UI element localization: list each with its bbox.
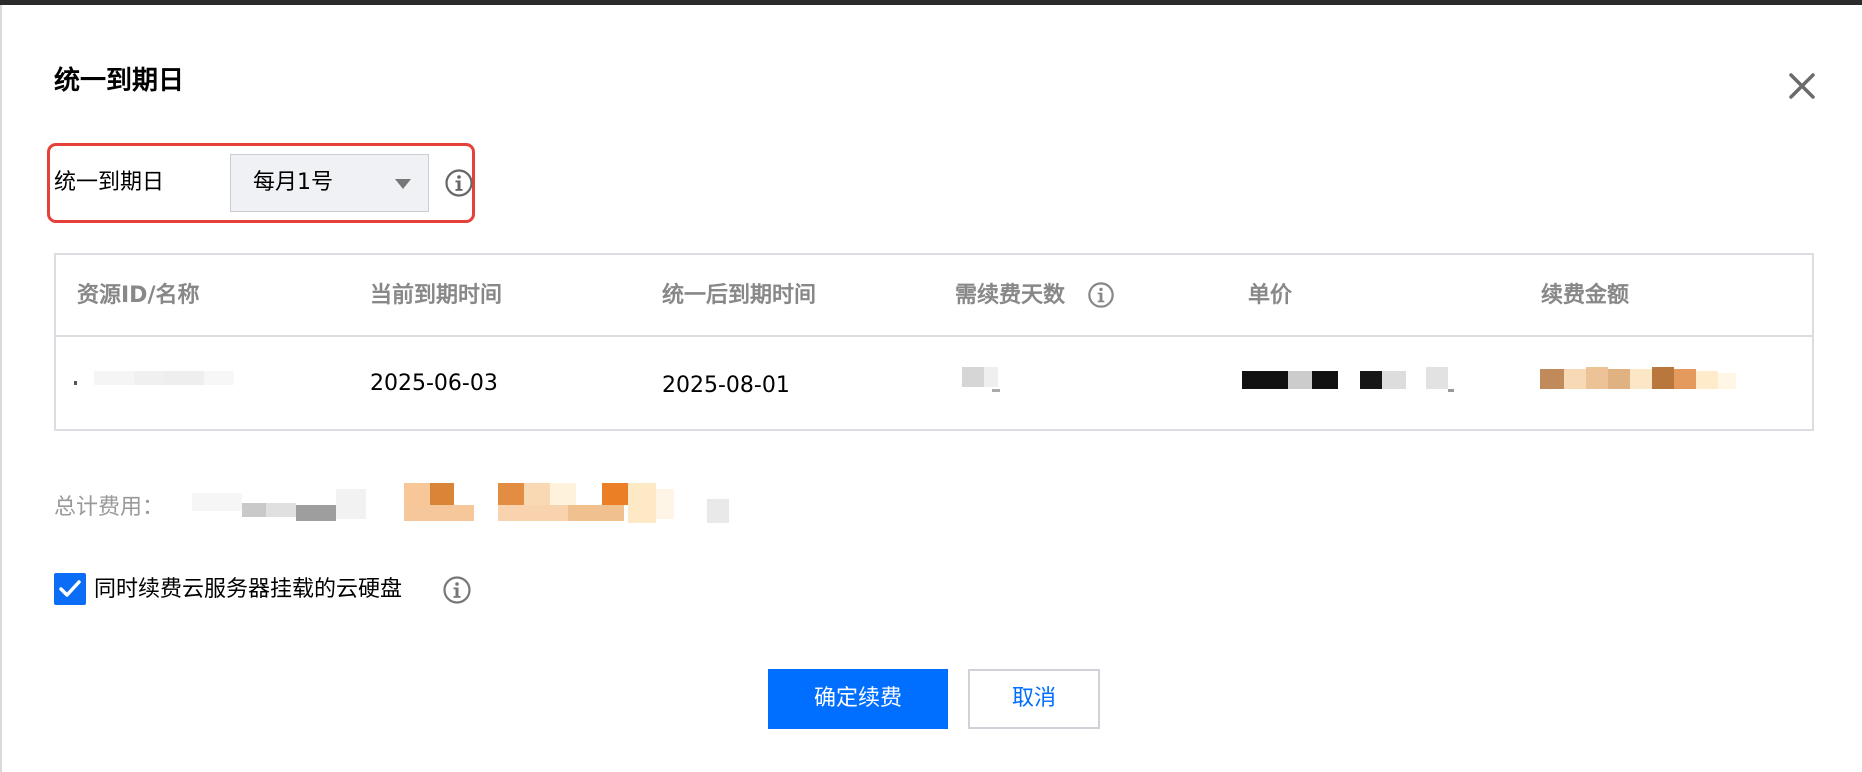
column-header-resource: 资源ID/名称 <box>77 283 200 308</box>
redacted-renewal-amount <box>1540 367 1736 389</box>
table-header: 资源ID/名称 当前到期时间 统一后到期时间 需续费天数 单价 续费金额 <box>56 255 1812 337</box>
renewal-dialog: 统一到期日 统一到期日 每月1号 资源ID/名称 当前到期时间 统一后到期时间 … <box>0 5 1862 772</box>
current-expiry-cell: 2025-06-03 <box>370 371 498 396</box>
column-header-current-expiry: 当前到期时间 <box>370 283 503 308</box>
checkmark-icon <box>59 580 81 597</box>
close-icon[interactable] <box>1784 68 1820 104</box>
redacted-total-cost <box>192 483 729 523</box>
renew-disks-checkbox[interactable] <box>54 573 86 605</box>
redacted-unit-price <box>1242 367 1454 392</box>
renew-disks-label[interactable]: 同时续费云服务器挂载的云硬盘 <box>94 575 402 605</box>
caret-down-icon <box>395 179 411 189</box>
column-header-renewal-amount: 续费金额 <box>1541 283 1630 308</box>
expiry-day-select-value: 每月1号 <box>253 170 333 195</box>
info-icon[interactable] <box>442 575 472 605</box>
column-header-unified-expiry: 统一后到期时间 <box>662 283 817 308</box>
redacted-renewal-days <box>962 367 1000 392</box>
unified-expiry-cell: 2025-08-01 <box>662 373 790 398</box>
redacted-resource-id <box>74 371 234 385</box>
expiry-field-label: 统一到期日 <box>54 170 165 195</box>
dialog-title: 统一到期日 <box>54 66 185 96</box>
info-icon[interactable] <box>444 168 474 198</box>
cancel-button[interactable]: 取消 <box>968 669 1100 729</box>
confirm-renewal-button[interactable]: 确定续费 <box>768 669 948 729</box>
total-cost-label: 总计费用： <box>54 495 165 520</box>
expiry-day-select[interactable]: 每月1号 <box>230 154 429 212</box>
column-header-unit-price: 单价 <box>1248 283 1293 308</box>
info-icon[interactable] <box>1087 281 1115 309</box>
column-header-renewal-days: 需续费天数 <box>955 283 1066 308</box>
renewal-table: 资源ID/名称 当前到期时间 统一后到期时间 需续费天数 单价 续费金额 202… <box>54 253 1814 431</box>
